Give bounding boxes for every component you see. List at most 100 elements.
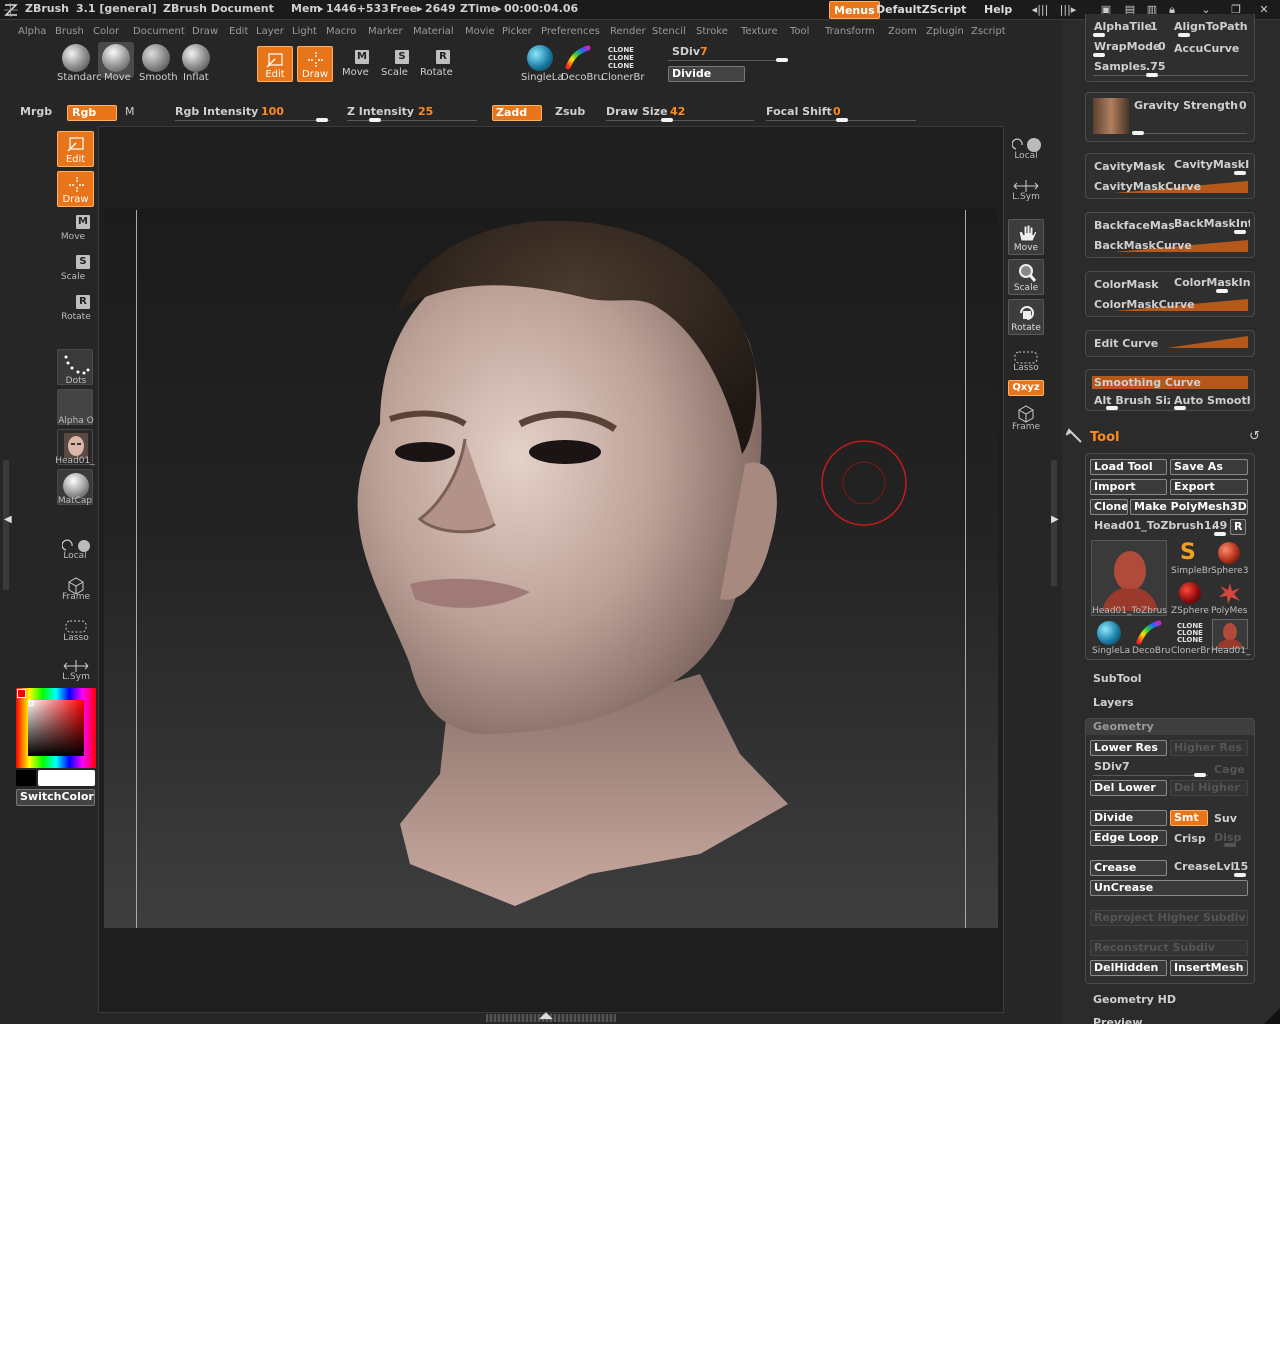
suv-toggle[interactable]: Suv xyxy=(1214,812,1237,825)
mrgb-button[interactable]: Mrgb xyxy=(20,105,52,118)
menu-marker[interactable]: Marker xyxy=(368,26,403,37)
singlelayer-tool-icon[interactable] xyxy=(1097,621,1121,645)
menu-alpha[interactable]: Alpha xyxy=(18,26,46,37)
left-lsym-button[interactable]: L.Sym xyxy=(56,672,96,682)
menu-stencil[interactable]: Stencil xyxy=(652,26,686,37)
head-model[interactable] xyxy=(340,214,800,914)
load-tool-button[interactable]: Load Tool xyxy=(1090,459,1167,475)
sdiv-slider[interactable] xyxy=(668,60,788,61)
focal-shift-knob[interactable] xyxy=(836,118,848,122)
decobrush-icon[interactable] xyxy=(565,45,591,71)
clonerbrush-tool-icon[interactable]: CLONE CLONE CLONE xyxy=(1173,623,1207,644)
hue-marker[interactable] xyxy=(17,689,26,698)
accucurve-toggle[interactable]: AccuCurve xyxy=(1174,42,1239,55)
altbrush-knob[interactable] xyxy=(1106,406,1118,410)
sdiv-slider-knob[interactable] xyxy=(776,58,788,62)
menu-layer[interactable]: Layer xyxy=(256,26,284,37)
left-local-button[interactable]: Local xyxy=(55,551,95,561)
menu-zplugin[interactable]: Zplugin xyxy=(926,26,964,37)
del-lower-button[interactable]: Del Lower xyxy=(1090,780,1167,796)
draw-size-slider[interactable] xyxy=(606,120,754,121)
menu-light[interactable]: Light xyxy=(292,26,317,37)
zsub-button[interactable]: Zsub xyxy=(555,105,585,118)
menu-tool[interactable]: Tool xyxy=(790,26,809,37)
tool-r-button[interactable]: R xyxy=(1230,519,1246,535)
color-picker-square[interactable] xyxy=(28,700,84,756)
aligntopath-toggle[interactable]: AlignToPath xyxy=(1174,20,1248,33)
samples-slider[interactable] xyxy=(1093,75,1248,76)
polymesh-star-icon[interactable] xyxy=(1218,582,1242,604)
switch-color-button[interactable]: SwitchColor xyxy=(16,789,95,806)
tray-left-icon[interactable]: ◂||| xyxy=(1030,2,1050,18)
geometry-title[interactable]: Geometry xyxy=(1093,720,1154,733)
menu-edit[interactable]: Edit xyxy=(229,26,248,37)
z-intensity-slider[interactable] xyxy=(347,120,477,121)
simplebrush-icon[interactable]: S xyxy=(1180,540,1196,565)
current-tool-knob[interactable] xyxy=(1214,532,1226,536)
help-button[interactable]: Help xyxy=(980,1,1016,19)
wrapmode-knob[interactable] xyxy=(1093,53,1105,57)
geo-divide-button[interactable]: Divide xyxy=(1090,810,1167,826)
zadd-button[interactable]: Zadd xyxy=(492,105,542,121)
scale-mode-label[interactable]: Scale xyxy=(381,67,408,78)
menu-stroke[interactable]: Stroke xyxy=(696,26,728,37)
gravity-knob[interactable] xyxy=(1132,131,1144,135)
geometry-hd-section[interactable]: Geometry HD xyxy=(1093,993,1176,1006)
alphatile-knob[interactable] xyxy=(1093,33,1105,37)
menu-macro[interactable]: Macro xyxy=(326,26,356,37)
rgb-button[interactable]: Rgb xyxy=(67,105,117,121)
draw-mode-button[interactable]: Draw xyxy=(297,46,333,82)
tool-palette-title[interactable]: Tool xyxy=(1090,430,1119,445)
z-intensity-knob[interactable] xyxy=(369,118,381,122)
sphere3d-icon[interactable] xyxy=(1218,542,1240,564)
menu-material[interactable]: Material xyxy=(413,26,454,37)
draw-size-knob[interactable] xyxy=(661,118,673,122)
left-tray-arrow-icon[interactable]: ◀ xyxy=(4,514,12,525)
creaselvl-knob[interactable] xyxy=(1234,873,1246,877)
lower-res-button[interactable]: Lower Res xyxy=(1090,740,1167,756)
gravity-alpha-thumb[interactable] xyxy=(1093,98,1129,134)
autosmooth-knob[interactable] xyxy=(1174,406,1186,410)
move-view-button[interactable]: Move xyxy=(1008,219,1044,255)
rotate-view-button[interactable]: Rotate xyxy=(1008,299,1044,335)
rotate-mode-label[interactable]: Rotate xyxy=(420,67,453,78)
left-lasso-button[interactable]: Lasso xyxy=(56,633,96,643)
menu-document[interactable]: Document xyxy=(133,26,185,37)
menu-preferences[interactable]: Preferences xyxy=(541,26,600,37)
menu-brush[interactable]: Brush xyxy=(55,26,84,37)
menu-zscript[interactable]: Zscript xyxy=(971,26,1006,37)
samples-knob[interactable] xyxy=(1146,73,1158,77)
edge-loop-button[interactable]: Edge Loop xyxy=(1090,830,1167,846)
left-edit-button[interactable]: Edit xyxy=(57,131,94,167)
delhidden-button[interactable]: DelHidden xyxy=(1090,960,1167,976)
aligntopath-knob[interactable] xyxy=(1178,33,1190,37)
geo-sdiv-knob[interactable] xyxy=(1194,773,1206,777)
tray-right-icon[interactable]: |||▸ xyxy=(1058,2,1078,18)
xyz-symmetry-button[interactable]: Qxyz xyxy=(1008,380,1044,396)
singlelayer-brush-icon[interactable] xyxy=(527,45,553,71)
colormask-toggle[interactable]: ColorMask xyxy=(1094,278,1159,291)
bottom-tray-arrow-icon[interactable]: ◢◣ xyxy=(539,1011,553,1021)
head-tool-thumb[interactable] xyxy=(1091,540,1167,616)
clonerbrush-icon[interactable]: CLONE CLONE CLONE xyxy=(605,46,637,70)
right-lasso-button[interactable]: Lasso xyxy=(1004,363,1048,373)
cavitymaskint-knob[interactable] xyxy=(1234,171,1246,175)
menu-render[interactable]: Render xyxy=(610,26,646,37)
rgb-intensity-knob[interactable] xyxy=(316,118,328,122)
cage-button[interactable]: Cage xyxy=(1214,763,1245,776)
backmaskint-knob[interactable] xyxy=(1234,230,1246,234)
left-move-button[interactable]: Move xyxy=(53,232,93,242)
move-mode-label[interactable]: Move xyxy=(342,67,369,78)
right-local-button[interactable]: Local xyxy=(1004,151,1048,161)
resize-corner-icon[interactable] xyxy=(1264,1008,1280,1024)
gravity-slider[interactable] xyxy=(1132,133,1247,134)
backfacemask-toggle[interactable]: BackfaceMas xyxy=(1094,219,1175,232)
menu-draw[interactable]: Draw xyxy=(192,26,218,37)
decobrush-tool-icon[interactable] xyxy=(1136,620,1162,646)
reproject-button[interactable]: Reproject Higher Subdiv xyxy=(1090,910,1248,926)
rgb-intensity-slider[interactable] xyxy=(175,120,330,121)
disp-knob[interactable] xyxy=(1224,843,1236,847)
import-button[interactable]: Import xyxy=(1090,479,1167,495)
m-button[interactable]: M xyxy=(125,105,135,118)
del-higher-button[interactable]: Del Higher xyxy=(1170,780,1248,796)
